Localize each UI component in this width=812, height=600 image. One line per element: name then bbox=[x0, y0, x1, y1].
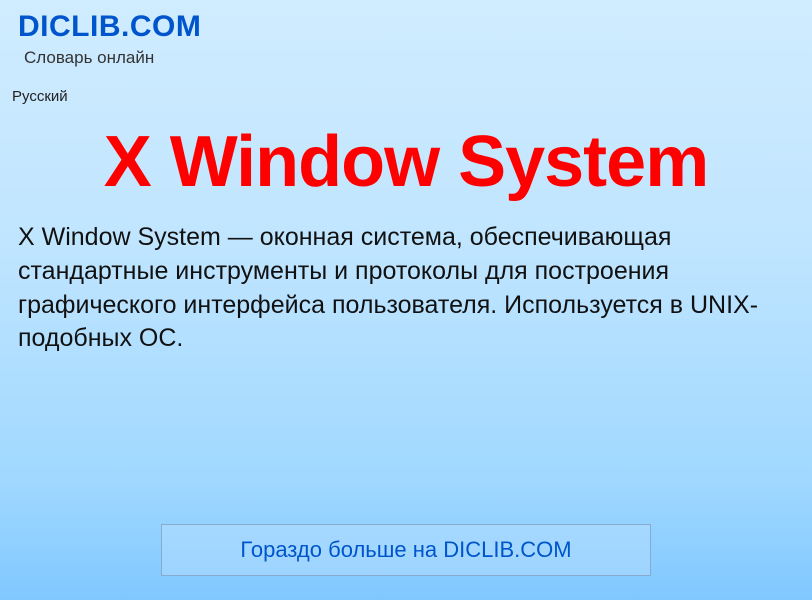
tagline: Словарь онлайн bbox=[24, 48, 794, 68]
header: DICLIB.COM Словарь онлайн bbox=[0, 0, 812, 74]
description-text: X Window System — оконная система, обесп… bbox=[0, 203, 812, 356]
site-name[interactable]: DICLIB.COM bbox=[18, 10, 794, 44]
language-label: Русский bbox=[12, 88, 812, 105]
page-title: X Window System bbox=[0, 121, 812, 203]
footer-link-container[interactable]: Гораздо больше на DICLIB.COM bbox=[161, 524, 651, 576]
footer-link[interactable]: Гораздо больше на DICLIB.COM bbox=[240, 537, 571, 562]
